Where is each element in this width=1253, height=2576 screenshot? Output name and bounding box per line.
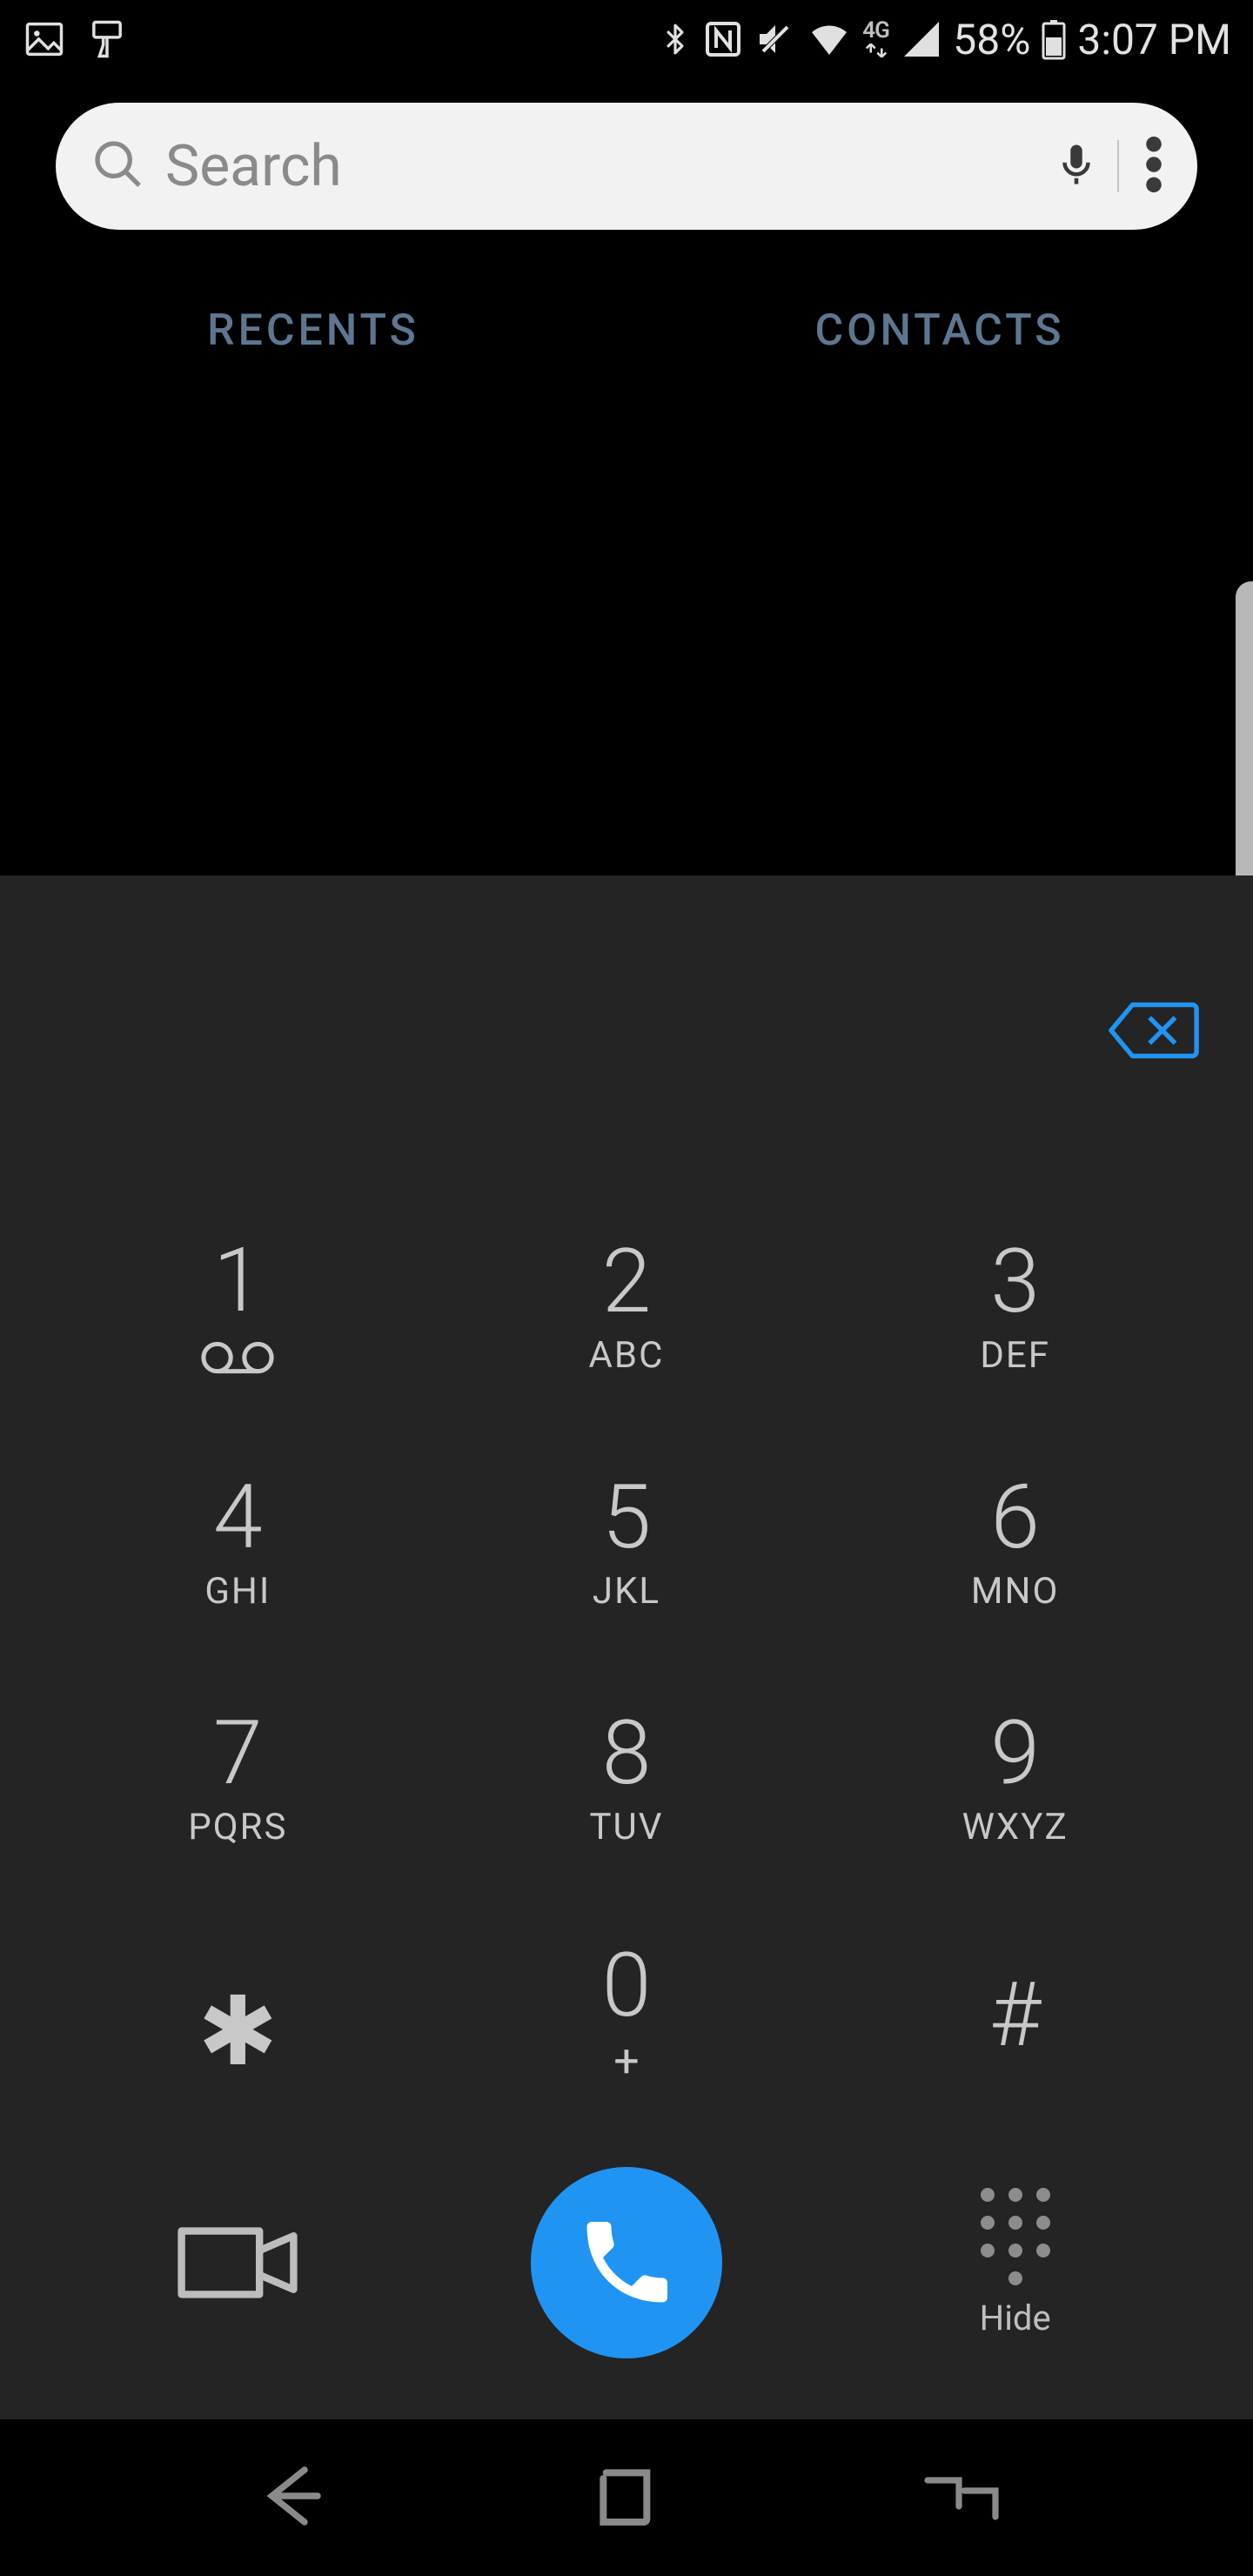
call-button[interactable] [531, 2167, 722, 2358]
key-2[interactable]: 2 ABC [432, 1189, 821, 1425]
key-digit: 9 [990, 1708, 1040, 1797]
battery-icon [1041, 18, 1067, 60]
key-1[interactable]: 1 [44, 1189, 432, 1425]
key-digit: 8 [602, 1708, 652, 1797]
tab-contacts[interactable]: CONTACTS [626, 278, 1253, 383]
key-letters: PQRS [188, 1806, 287, 1848]
bluetooth-icon [659, 18, 692, 60]
key-3[interactable]: 3 DEF [821, 1189, 1209, 1425]
key-letters: ABC [589, 1334, 665, 1377]
key-letters: JKL [593, 1570, 660, 1613]
wifi-icon [807, 18, 852, 60]
search-placeholder: Search [165, 133, 1053, 200]
key-digit: 2 [602, 1237, 652, 1325]
key-digit: # [989, 1970, 1041, 2059]
nfc-icon [702, 18, 744, 60]
more-icon[interactable] [1145, 134, 1163, 198]
key-letters: DEF [980, 1334, 1050, 1377]
action-row: Hide [44, 2167, 1209, 2358]
key-plus: + [613, 2035, 640, 2088]
key-9[interactable]: 9 WXYZ [821, 1660, 1209, 1896]
key-6[interactable]: 6 MNO [821, 1425, 1209, 1660]
mute-icon [754, 18, 796, 60]
picture-icon [22, 17, 67, 62]
key-digit: ✱ [198, 2003, 278, 2061]
key-digit: 3 [990, 1237, 1040, 1325]
hide-label: Hide [980, 2298, 1051, 2338]
status-notifications [22, 17, 130, 62]
key-8[interactable]: 8 TUV [432, 1660, 821, 1896]
key-5[interactable]: 5 JKL [432, 1425, 821, 1660]
keypad-icon [981, 2188, 1050, 2285]
key-4[interactable]: 4 GHI [44, 1425, 432, 1660]
video-call-button[interactable] [44, 2219, 432, 2306]
key-digit: 0 [602, 1941, 652, 2029]
search-bar[interactable]: Search [56, 103, 1197, 230]
signal-icon [901, 18, 942, 60]
back-button[interactable] [252, 2457, 331, 2539]
key-digit: 5 [602, 1472, 652, 1561]
key-letters: GHI [204, 1570, 271, 1613]
tab-recents[interactable]: RECENTS [0, 278, 626, 383]
key-star[interactable]: ✱ [44, 1896, 432, 2132]
clock: 3:07 PM [1077, 15, 1231, 64]
key-letters: MNO [971, 1570, 1060, 1613]
status-bar: 4G 58% 3:07 PM [0, 0, 1253, 78]
key-7[interactable]: 7 PQRS [44, 1660, 432, 1896]
vertical-divider [1117, 140, 1119, 192]
mic-icon[interactable] [1053, 134, 1100, 198]
key-digit: 4 [213, 1472, 263, 1561]
nav-bar [0, 2419, 1253, 2576]
key-0[interactable]: 0 + [432, 1896, 821, 2132]
key-hash[interactable]: # [821, 1896, 1209, 2132]
key-digit: 6 [990, 1472, 1040, 1561]
key-digit: 1 [213, 1236, 263, 1325]
hide-keypad-button[interactable]: Hide [821, 2188, 1209, 2338]
dialed-number-row [0, 945, 1253, 1119]
brush-icon [84, 17, 130, 62]
key-letters: WXYZ [962, 1806, 1069, 1848]
tabs: RECENTS CONTACTS [0, 278, 1253, 383]
key-digit: 7 [213, 1708, 263, 1797]
search-icon [90, 137, 146, 196]
key-letters: TUV [589, 1806, 663, 1848]
voicemail-icon [200, 1325, 275, 1379]
lte-icon: 4G [862, 19, 890, 59]
battery-percent: 58% [953, 15, 1030, 64]
backspace-button[interactable] [1107, 1000, 1201, 1064]
dial-panel: 1 2 ABC 3 DEF 4 GHI 5 JKL 6 MNO 7 PQRS [0, 875, 1253, 2419]
keypad: 1 2 ABC 3 DEF 4 GHI 5 JKL 6 MNO 7 PQRS [44, 1189, 1209, 2132]
status-indicators: 4G 58% 3:07 PM [659, 15, 1231, 64]
recents-button[interactable] [922, 2465, 1001, 2530]
home-button[interactable] [592, 2461, 661, 2534]
